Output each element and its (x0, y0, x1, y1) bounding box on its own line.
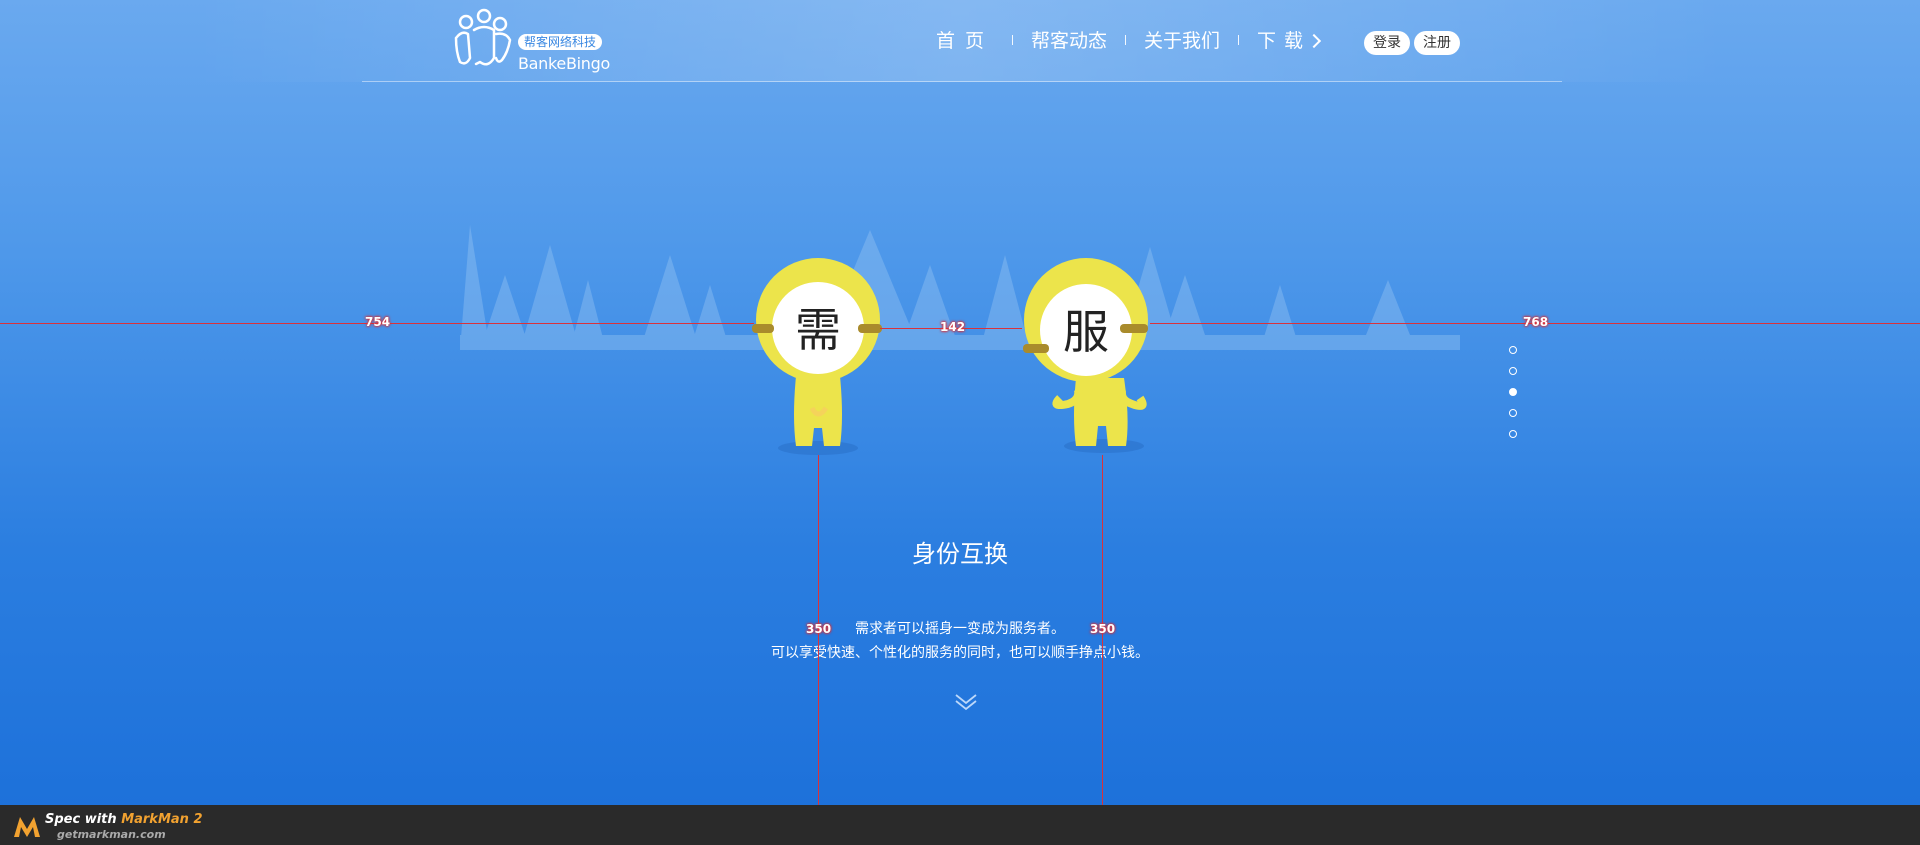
nav-download-label: 下载 (1257, 30, 1312, 52)
site-logo[interactable]: 帮客网络科技 BankeBingo (452, 8, 612, 76)
slide-title: 身份互换 (912, 540, 1008, 568)
nav-download[interactable]: 下载 (1257, 26, 1322, 53)
spec-brand: MarkMan 2 (121, 812, 203, 827)
figure-demander-char: 需 (795, 303, 841, 357)
nav-separator (1125, 34, 1127, 45)
slide-dot-1[interactable] (1509, 346, 1517, 354)
figure-provider: 服 (1023, 258, 1148, 453)
spec-prefix: Spec with (45, 812, 122, 827)
slide-dot-5[interactable] (1509, 430, 1517, 438)
logo-english-name: BankeBingo (518, 54, 610, 73)
nav-home[interactable]: 首页 (936, 26, 994, 53)
nav-separator (1012, 34, 1014, 45)
nav-news[interactable]: 帮客动态 (1031, 26, 1107, 53)
figure-demander: 需 (752, 258, 882, 455)
measure-label-left-vertical: 350 (806, 622, 832, 636)
markman-logo-icon (14, 817, 40, 837)
measure-label-left: 754 (365, 315, 391, 329)
slide-dot-2[interactable] (1509, 367, 1517, 375)
slide-dot-3[interactable] (1509, 388, 1517, 396)
spec-credit: Spec with MarkMan 2 (45, 812, 203, 827)
main-nav: 首页 帮客动态 关于我们 下载 (936, 26, 1322, 53)
auth-buttons: 登录 注册 (1364, 31, 1460, 55)
scroll-down-icon[interactable] (954, 690, 978, 714)
logo-chinese-name: 帮客网络科技 (518, 34, 603, 50)
nav-separator (1238, 34, 1240, 45)
measure-label-right-vertical: 350 (1090, 622, 1116, 636)
slide-dot-4[interactable] (1509, 409, 1517, 417)
login-button[interactable]: 登录 (1364, 31, 1410, 55)
measure-label-right: 768 (1523, 315, 1549, 329)
slide-description-line1: 需求者可以摇身一变成为服务者。 (855, 621, 1065, 637)
measure-label-gap: 142 (940, 320, 966, 334)
slide-pagination (1509, 346, 1517, 438)
slide-description-line2: 可以享受快速、个性化的服务的同时，也可以顺手挣点小钱。 (771, 645, 1149, 661)
spec-url[interactable]: getmarkman.com (57, 828, 166, 841)
nav-about[interactable]: 关于我们 (1144, 26, 1220, 53)
figure-provider-char: 服 (1063, 305, 1109, 359)
register-button[interactable]: 注册 (1414, 31, 1460, 55)
header-divider (362, 81, 1562, 82)
logo-people-icon (454, 8, 512, 66)
markman-footer: Spec with MarkMan 2 getmarkman.com (0, 805, 1920, 845)
